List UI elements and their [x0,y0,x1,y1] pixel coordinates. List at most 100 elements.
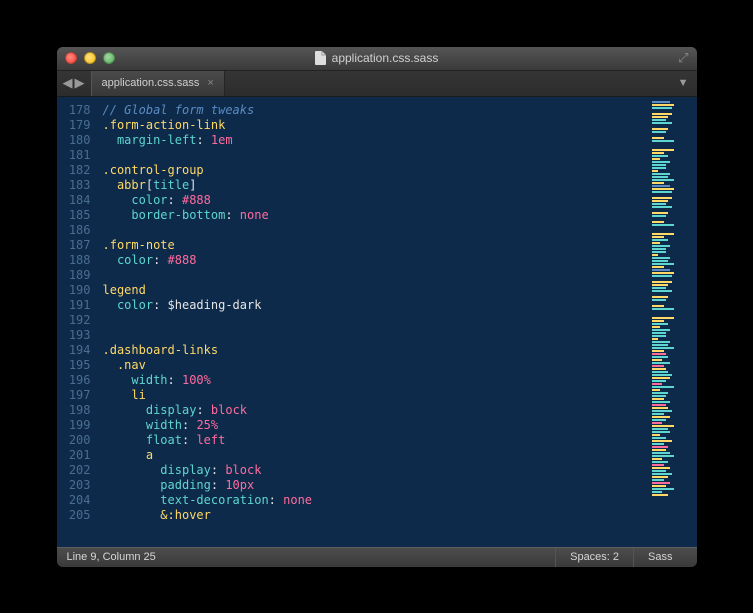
code-line[interactable] [103,268,649,283]
minimap-line [652,395,666,397]
minimap-line [652,479,664,481]
minimap-line [652,239,668,241]
line-number: 199 [57,418,91,433]
line-number: 196 [57,373,91,388]
code-line[interactable] [103,148,649,163]
tab-nav: ◀ ▶ [57,71,91,96]
minimap-line [652,323,668,325]
minimap-line [652,485,666,487]
minimap-line [652,464,664,466]
code-line[interactable]: width: 25% [103,418,649,433]
line-number: 203 [57,478,91,493]
line-number: 180 [57,133,91,148]
minimap-line [652,272,674,274]
code-line[interactable]: a [103,448,649,463]
minimap-line [652,269,670,271]
code-line[interactable]: display: block [103,403,649,418]
minimap-line [652,128,668,130]
minimap-line [652,140,674,142]
status-position[interactable]: Line 9, Column 25 [67,551,556,563]
code-line[interactable]: color: $heading-dark [103,298,649,313]
minimap-line [652,434,660,436]
line-number: 182 [57,163,91,178]
code-line[interactable]: color: #888 [103,253,649,268]
code-line[interactable] [103,328,649,343]
minimap-line [652,422,662,424]
minimap-line [652,410,672,412]
minimap-line [652,122,672,124]
minimap-line [652,404,666,406]
line-number: 186 [57,223,91,238]
window-controls [65,52,115,64]
minimap-line [652,380,666,382]
zoom-window-button[interactable] [103,52,115,64]
minimap-line [652,188,674,190]
minimap-line [652,320,664,322]
code-line[interactable]: float: left [103,433,649,448]
code-line[interactable]: text-decoration: none [103,493,649,508]
minimap-line [652,359,662,361]
line-number: 202 [57,463,91,478]
line-number: 205 [57,508,91,523]
nav-back-icon[interactable]: ◀ [63,75,73,91]
code-line[interactable]: legend [103,283,649,298]
tab-active[interactable]: application.css.sass × [91,71,225,96]
tab-close-icon[interactable]: × [207,77,213,89]
code-line[interactable]: li [103,388,649,403]
line-number: 195 [57,358,91,373]
minimap-line [652,248,666,250]
minimap-line [652,458,662,460]
minimap-line [652,119,666,121]
minimap-line [652,353,666,355]
code-line[interactable]: width: 100% [103,373,649,388]
code-line[interactable] [103,223,649,238]
tab-bar: ◀ ▶ application.css.sass × ▼ [57,71,697,97]
code-line[interactable]: abbr[title] [103,178,649,193]
minimap-line [652,287,666,289]
minimap-line [652,383,662,385]
code-line[interactable] [103,313,649,328]
minimap-line [652,446,668,448]
minimap-line [652,317,674,319]
code-line[interactable]: display: block [103,463,649,478]
tab-overflow-button[interactable]: ▼ [670,71,697,96]
minimap[interactable] [649,97,697,547]
line-number: 193 [57,328,91,343]
code-line[interactable]: .dashboard-links [103,343,649,358]
minimap-line [652,116,668,118]
minimap-line [652,221,664,223]
code-line[interactable]: .form-action-link [103,118,649,133]
code-line[interactable]: &:hover [103,508,649,523]
nav-forward-icon[interactable]: ▶ [75,75,85,91]
line-number: 197 [57,388,91,403]
minimap-line [652,476,668,478]
code-content[interactable]: // Global form tweaks.form-action-link m… [99,97,649,547]
minimap-line [652,440,672,442]
code-line[interactable]: .control-group [103,163,649,178]
minimap-line [652,242,660,244]
status-indent[interactable]: Spaces: 2 [555,548,633,567]
close-window-button[interactable] [65,52,77,64]
minimap-line [652,164,666,166]
minimap-line [652,107,672,109]
minimap-line [652,266,664,268]
minimap-line [652,449,666,451]
status-bar: Line 9, Column 25 Spaces: 2 Sass [57,547,697,567]
code-line[interactable]: color: #888 [103,193,649,208]
expand-icon[interactable]: ⤢ [678,50,688,66]
minimap-line [652,362,670,364]
line-number: 191 [57,298,91,313]
code-line[interactable]: border-bottom: none [103,208,649,223]
code-line[interactable]: .nav [103,358,649,373]
minimap-line [652,452,670,454]
editor-area[interactable]: 1781791801811821831841851861871881891901… [57,97,697,547]
code-line[interactable]: .form-note [103,238,649,253]
code-line[interactable]: // Global form tweaks [103,103,649,118]
line-number: 200 [57,433,91,448]
status-syntax[interactable]: Sass [633,548,686,567]
line-number: 185 [57,208,91,223]
code-line[interactable]: margin-left: 1em [103,133,649,148]
minimap-line [652,467,670,469]
code-line[interactable]: padding: 10px [103,478,649,493]
minimize-window-button[interactable] [84,52,96,64]
